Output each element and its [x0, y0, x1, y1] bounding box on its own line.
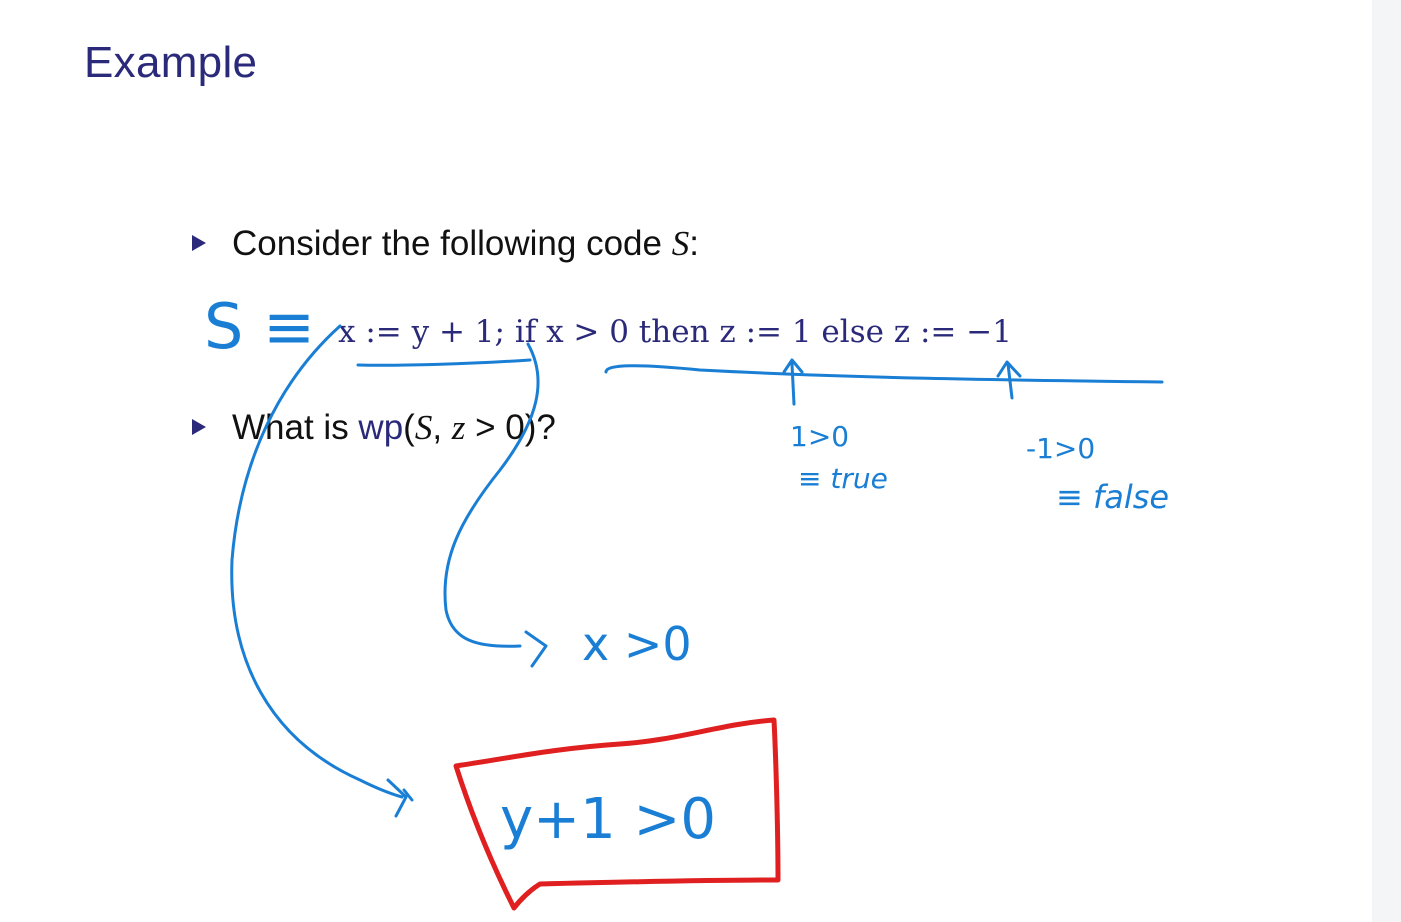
- slide: Example Consider the following code S: x…: [0, 0, 1372, 922]
- curve-to-final: [230, 324, 404, 799]
- then-result-label: ≡ true: [798, 462, 888, 495]
- arrow-up-then: [782, 358, 804, 406]
- handwritten-annotations: S ≡ 1>0 ≡ true -1>0 ≡ false x >0 y+1 >0: [204, 290, 1169, 911]
- underline-if-statement: [604, 364, 1164, 384]
- mid-result-label: x >0: [582, 617, 692, 671]
- else-condition-label: -1>0: [1026, 432, 1095, 465]
- final-result-label: y+1 >0: [500, 787, 716, 852]
- s-definition-label: S ≡: [204, 290, 315, 363]
- underline-assignment: [356, 358, 532, 367]
- arrow-head-final: [386, 778, 414, 818]
- curve-to-mid: [443, 342, 540, 648]
- then-condition-label: 1>0: [790, 420, 849, 453]
- else-result-label: ≡ false: [1056, 478, 1169, 516]
- arrow-head-mid: [524, 630, 548, 668]
